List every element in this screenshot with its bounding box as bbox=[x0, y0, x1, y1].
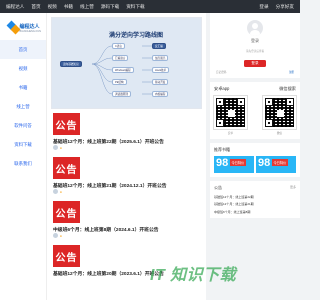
top-nav-item-video[interactable]: 视频 bbox=[48, 4, 57, 10]
post-item[interactable]: 公告 中级班6个月：线上班第8期（2024.6.1）开班公告 ● bbox=[47, 201, 206, 245]
author-badge-icon: ● bbox=[60, 233, 62, 238]
post-banner[interactable]: 公告 bbox=[53, 157, 80, 179]
login-button[interactable]: 登录 bbox=[244, 60, 266, 67]
mind-map-node: C语言 bbox=[112, 43, 126, 49]
post-title[interactable]: 中级班6个月：线上班第8期（2024.6.1）开班公告 bbox=[53, 226, 159, 233]
top-nav: 编程达人 首页 视频 书籍 线上营 源码下载 资料下载 bbox=[6, 4, 145, 10]
ad-price: 98 bbox=[258, 157, 271, 169]
ad-banner[interactable]: 98 今日特价 bbox=[256, 156, 296, 173]
notice-line[interactable]: 基础班12个月：线上班第21期 bbox=[214, 202, 296, 206]
post-banner-text: 公告 bbox=[55, 120, 78, 132]
top-nav-item-materials[interactable]: 资料下载 bbox=[126, 4, 144, 10]
logo-subtitle: BIANCHENG.FUN bbox=[19, 29, 41, 33]
sidebar-item-qa[interactable]: 软件问答 bbox=[0, 116, 46, 135]
top-nav-item-online[interactable]: 线上营 bbox=[80, 4, 94, 10]
post-banner-text: 公告 bbox=[55, 164, 78, 176]
post-item[interactable]: 公告 基础班12个月：线上班第21期（2024.12.1）开班公告 ● bbox=[47, 157, 206, 201]
author-badge-icon: ● bbox=[60, 189, 62, 194]
notice-title: 公告 bbox=[214, 185, 222, 190]
qr-card: 安卓app 微信搜索 安卓 微信 bbox=[210, 82, 300, 139]
top-nav-item-brand[interactable]: 编程达人 bbox=[6, 4, 24, 10]
mind-map-node: 调试器原理 bbox=[112, 91, 131, 97]
watermark: IT 知识下载 bbox=[150, 267, 237, 284]
post-banner[interactable]: 公告 bbox=[53, 201, 80, 223]
notice-line[interactable]: 基础班12个月：线上班第22期 bbox=[214, 195, 296, 199]
forgot-password-link[interactable]: 忘记密码 bbox=[216, 70, 226, 74]
qr-title-wechat: 微信搜索 bbox=[279, 86, 296, 91]
register-link[interactable]: 注册 bbox=[289, 70, 294, 74]
login-tips: 忘记密码 注册 bbox=[214, 70, 296, 74]
author-badge-icon: ● bbox=[60, 145, 62, 150]
mind-map-node: 汇编语言 bbox=[112, 55, 129, 61]
qr-title-app: 安卓app bbox=[214, 86, 230, 91]
main-content: 满分逆向学习路线图 逆向基础知识 C语言 汇编语言 Windows编程 PE结构… bbox=[46, 13, 206, 300]
login-card: 登录 请先登录后查看 登录 忘记密码 注册 bbox=[210, 13, 300, 78]
right-sidebar: 登录 请先登录后查看 登录 忘记密码 注册 安卓app 微信搜索 安卓 微信 推… bbox=[210, 13, 300, 300]
login-hint: 请先登录后查看 bbox=[245, 50, 265, 53]
post-title[interactable]: 基础班12个月：线上班第21期（2024.12.1）开班公告 bbox=[53, 182, 167, 189]
mind-map-node: Hook技术 bbox=[152, 67, 170, 73]
avatar bbox=[53, 189, 58, 194]
site-logo[interactable]: 编程达人 BIANCHENG.FUN bbox=[0, 13, 46, 40]
mind-map-node: 加壳脱壳 bbox=[152, 55, 169, 61]
mind-map-node: 驱动开发 bbox=[152, 79, 169, 85]
share-link[interactable]: 分享好友 bbox=[276, 4, 294, 10]
sidebar-item-materials[interactable]: 资料下载 bbox=[0, 135, 46, 154]
post-meta: ● bbox=[53, 233, 62, 238]
post-meta: ● bbox=[53, 145, 62, 150]
mind-map-node: Windows编程 bbox=[112, 67, 134, 73]
sidebar-item-online[interactable]: 线上营 bbox=[0, 97, 46, 116]
ad-card-title: 推荐书籍 bbox=[214, 147, 230, 152]
notice-line[interactable]: 中级班6个月：线上班第8期 bbox=[214, 210, 296, 214]
hero-banner[interactable]: 满分逆向学习路线图 逆向基础知识 C语言 汇编语言 Windows编程 PE结构… bbox=[51, 17, 202, 109]
left-sidebar: 编程达人 BIANCHENG.FUN 首页 视频 书籍 线上营 软件问答 资料下… bbox=[0, 13, 46, 300]
mind-map-node: 内核编程 bbox=[152, 91, 169, 97]
top-nav-item-books[interactable]: 书籍 bbox=[64, 4, 73, 10]
user-avatar-icon[interactable] bbox=[247, 20, 263, 36]
mind-map-root: 逆向基础知识 bbox=[60, 61, 82, 67]
sidebar-item-books[interactable]: 书籍 bbox=[0, 78, 46, 97]
sidebar-item-video[interactable]: 视频 bbox=[0, 59, 46, 78]
ad-banner[interactable]: 98 今日特价 bbox=[214, 156, 254, 173]
wechat-qr-code-icon bbox=[262, 95, 297, 130]
post-item[interactable]: 公告 基础班12个月：线上班第22期（2025.6.1）开班公告 ● bbox=[47, 113, 206, 157]
post-title[interactable]: 基础班12个月：线上班第20期（2023.6.1）开班公告 bbox=[53, 270, 164, 277]
post-banner[interactable]: 公告 bbox=[53, 113, 80, 135]
hero-title: 满分逆向学习路线图 bbox=[109, 33, 164, 39]
login-prompt[interactable]: 登录 bbox=[214, 38, 296, 44]
post-title[interactable]: 基础班12个月：线上班第22期（2025.6.1）开班公告 bbox=[53, 138, 164, 145]
qr-label-app: 安卓 bbox=[227, 132, 234, 135]
ad-price: 98 bbox=[216, 157, 229, 169]
logo-name: 编程达人 bbox=[19, 23, 40, 30]
logo-icon bbox=[6, 20, 21, 35]
post-banner[interactable]: 公告 bbox=[53, 245, 80, 267]
avatar bbox=[53, 145, 58, 150]
ad-card: 推荐书籍 98 今日特价 98 今日特价 bbox=[210, 143, 300, 177]
mind-map-node: PE结构 bbox=[112, 79, 127, 85]
post-banner-text: 公告 bbox=[55, 208, 78, 220]
top-nav-item-source[interactable]: 源码下载 bbox=[101, 4, 119, 10]
post-banner-text: 公告 bbox=[55, 252, 78, 264]
qr-label-wechat: 微信 bbox=[276, 132, 283, 135]
avatar bbox=[53, 233, 58, 238]
top-nav-bar: 编程达人 首页 视频 书籍 线上营 源码下载 资料下载 登录 分享好友 bbox=[0, 0, 300, 13]
top-nav-item-home[interactable]: 首页 bbox=[31, 4, 40, 10]
app-qr-code-icon bbox=[213, 95, 248, 130]
login-link[interactable]: 登录 bbox=[259, 4, 268, 10]
post-meta: ● bbox=[53, 189, 62, 194]
notice-card: 公告 更多 基础班12个月：线上班第22期 基础班12个月：线上班第21期 中级… bbox=[210, 181, 300, 218]
sidebar-item-home[interactable]: 首页 bbox=[0, 40, 46, 59]
ad-label: 今日特价 bbox=[272, 159, 288, 166]
ad-label: 今日特价 bbox=[230, 159, 246, 166]
mind-map-node: 反汇编 bbox=[152, 43, 166, 49]
notice-more-link[interactable]: 更多 bbox=[290, 185, 296, 191]
top-right-links: 登录 分享好友 bbox=[259, 4, 294, 10]
sidebar-item-contact[interactable]: 联系我们 bbox=[0, 154, 46, 173]
